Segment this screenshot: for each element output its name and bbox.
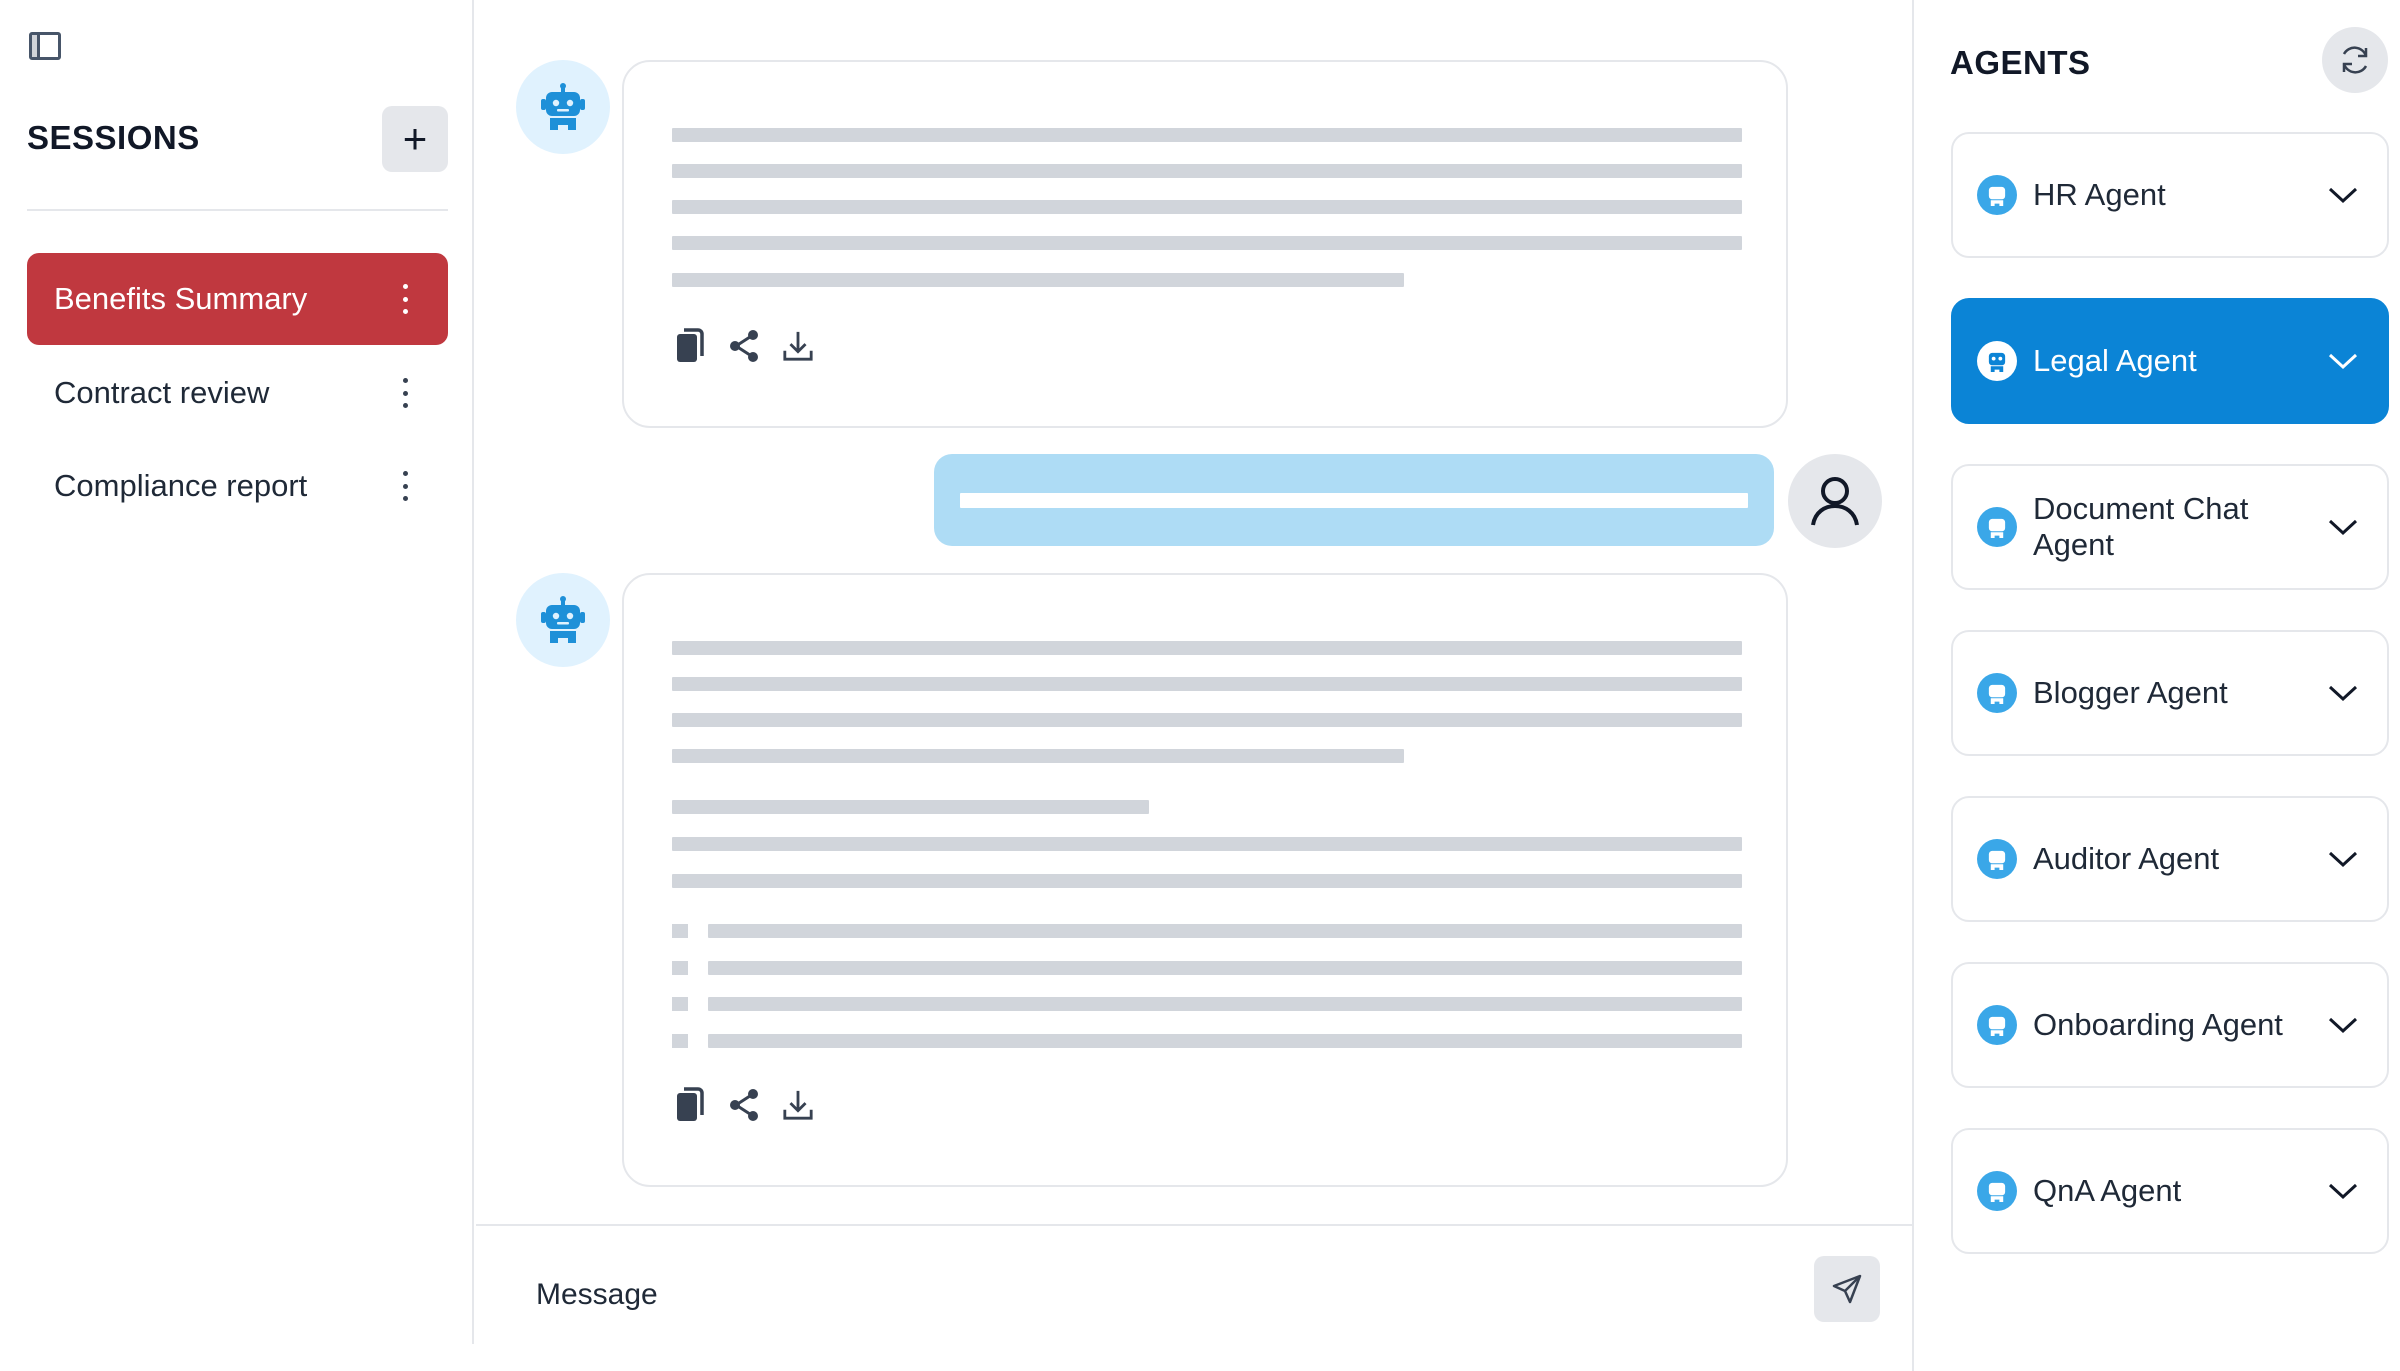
refresh-button[interactable] xyxy=(2322,27,2388,93)
message-actions xyxy=(674,1087,814,1123)
message-composer xyxy=(476,1224,1912,1371)
robot-icon xyxy=(541,83,585,130)
agent-robot-icon xyxy=(1977,507,2017,547)
agent-card-legal-agent[interactable]: Legal Agent xyxy=(1951,298,2389,424)
send-button[interactable] xyxy=(1814,1256,1880,1322)
user-icon xyxy=(1811,477,1859,526)
refresh-icon xyxy=(2342,46,2368,74)
share-icon[interactable] xyxy=(728,328,760,364)
agent-robot-icon xyxy=(1977,341,2017,381)
agent-name: HR Agent xyxy=(2033,177,2166,212)
sidebar-panel-icon[interactable] xyxy=(29,32,61,60)
copy-icon[interactable] xyxy=(674,328,706,364)
robot-icon xyxy=(541,596,585,643)
agent-name: QnA Agent xyxy=(2033,1173,2182,1208)
chat-area xyxy=(476,0,1912,1371)
divider xyxy=(27,209,448,211)
chevron-down-icon[interactable] xyxy=(2327,683,2359,703)
agent-robot-icon xyxy=(1977,175,2017,215)
sessions-title: SESSIONS xyxy=(27,119,200,156)
copy-icon[interactable] xyxy=(674,1087,706,1123)
session-item-benefits-summary[interactable]: Benefits Summary xyxy=(27,253,448,345)
plus-icon: + xyxy=(402,115,428,162)
agent-card-qna-agent[interactable]: QnA Agent xyxy=(1951,1128,2389,1254)
share-icon[interactable] xyxy=(728,1087,760,1123)
agent-card-document-chat-agent[interactable]: Document Chat Agent xyxy=(1951,464,2389,590)
chevron-down-icon[interactable] xyxy=(2327,517,2359,537)
more-options-icon[interactable] xyxy=(402,471,408,501)
agent-card-hr-agent[interactable]: HR Agent xyxy=(1951,132,2389,258)
agent-name: Onboarding Agent xyxy=(2033,1007,2283,1042)
add-session-button[interactable]: + xyxy=(382,106,448,172)
agent-card-onboarding-agent[interactable]: Onboarding Agent xyxy=(1951,962,2389,1088)
download-icon[interactable] xyxy=(782,1087,814,1123)
session-item-compliance-report[interactable]: Compliance report xyxy=(27,440,448,532)
session-item-label: Contract review xyxy=(54,375,270,410)
bot-message xyxy=(622,60,1788,428)
chevron-down-icon[interactable] xyxy=(2327,185,2359,205)
session-item-label: Benefits Summary xyxy=(54,281,308,316)
chevron-down-icon[interactable] xyxy=(2327,351,2359,371)
session-item-contract-review[interactable]: Contract review xyxy=(27,347,448,439)
agent-card-blogger-agent[interactable]: Blogger Agent xyxy=(1951,630,2389,756)
agent-robot-icon xyxy=(1977,839,2017,879)
send-icon xyxy=(1832,1274,1862,1304)
chevron-down-icon[interactable] xyxy=(2327,849,2359,869)
more-options-icon[interactable] xyxy=(402,284,408,314)
download-icon[interactable] xyxy=(782,328,814,364)
agents-panel: AGENTS HR Agent Legal Agent Document Chat … xyxy=(1912,0,2400,1371)
bot-avatar xyxy=(516,60,610,154)
bot-message xyxy=(622,573,1788,1187)
agents-title: AGENTS xyxy=(1950,44,2091,81)
user-avatar xyxy=(1788,454,1882,548)
more-options-icon[interactable] xyxy=(402,378,408,408)
message-actions xyxy=(674,328,814,364)
agent-robot-icon xyxy=(1977,1005,2017,1045)
chevron-down-icon[interactable] xyxy=(2327,1015,2359,1035)
session-item-label: Compliance report xyxy=(54,468,308,503)
bot-avatar xyxy=(516,573,610,667)
agent-robot-icon xyxy=(1977,1171,2017,1211)
agent-name: Auditor Agent xyxy=(2033,841,2220,876)
message-input[interactable] xyxy=(536,1270,1536,1320)
agent-robot-icon xyxy=(1977,673,2017,713)
user-message xyxy=(934,454,1774,546)
sessions-sidebar: SESSIONS + Benefits Summary Contract rev… xyxy=(0,0,474,1344)
agent-card-auditor-agent[interactable]: Auditor Agent xyxy=(1951,796,2389,922)
agent-name: Legal Agent xyxy=(2033,343,2197,378)
agent-name: Blogger Agent xyxy=(2033,675,2228,710)
chevron-down-icon[interactable] xyxy=(2327,1181,2359,1201)
agent-name: Document Chat Agent xyxy=(2033,491,2249,562)
